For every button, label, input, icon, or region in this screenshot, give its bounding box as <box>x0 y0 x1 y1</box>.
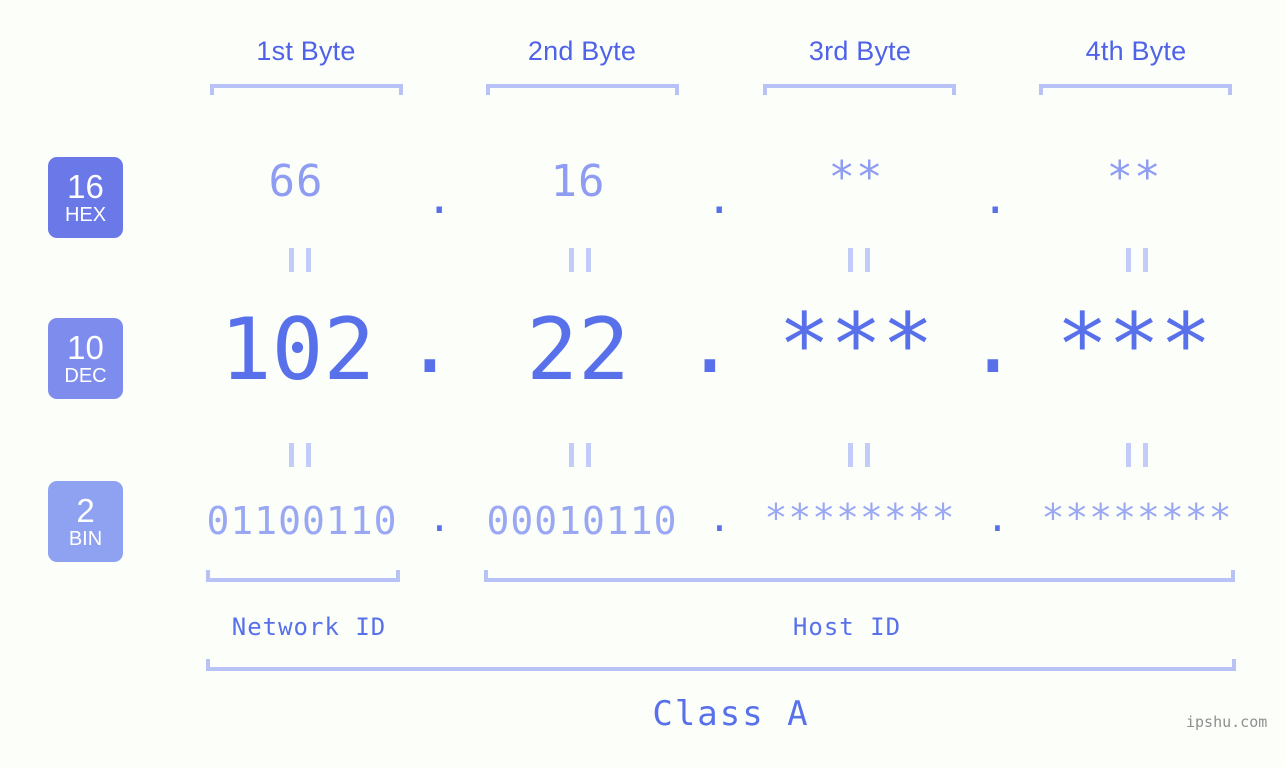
bin-separator-3: . <box>986 496 1009 540</box>
ip-address-breakdown-diagram: 1st Byte 2nd Byte 3rd Byte 4th Byte 16 H… <box>0 0 1285 767</box>
equals-icon-dec-bin-1 <box>289 443 311 467</box>
bin-byte-value-4: ******** <box>1041 496 1233 540</box>
hex-byte-value-4: ** <box>1106 152 1162 203</box>
bin-separator-2: . <box>708 496 731 540</box>
base-badge-bin: 2 BIN <box>48 481 123 562</box>
equals-icon-hex-dec-4 <box>1126 248 1148 272</box>
network-id-label: Network ID <box>231 613 387 641</box>
equals-icon-hex-dec-2 <box>569 248 591 272</box>
dec-byte-value-4: *** <box>1056 295 1212 395</box>
base-badge-hex: 16 HEX <box>48 157 123 238</box>
hex-byte-value-1: 66 <box>268 156 324 207</box>
dec-separator-1: . <box>404 293 456 393</box>
dec-separator-3: . <box>967 293 1019 393</box>
watermark: ipshu.com <box>1186 713 1268 731</box>
byte-header-label-4: 4th Byte <box>1085 36 1187 66</box>
bin-byte-value-1: 01100110 <box>206 499 398 543</box>
dec-byte-value-3: *** <box>778 295 934 395</box>
equals-icon-hex-dec-1 <box>289 248 311 272</box>
hex-byte-value-2: 16 <box>550 156 606 207</box>
bin-separator-1: . <box>428 496 451 540</box>
base-badge-dec-number: 10 <box>67 329 104 366</box>
hex-separator-2: . <box>706 173 733 224</box>
byte-header-label-1: 1st Byte <box>256 36 356 66</box>
host-id-label: Host ID <box>792 613 902 641</box>
byte-header-label-2: 2nd Byte <box>527 36 637 66</box>
byte-header-label-3: 3rd Byte <box>808 36 912 66</box>
host-id-bracket <box>484 570 1235 582</box>
network-id-bracket <box>206 570 400 582</box>
equals-icon-dec-bin-3 <box>848 443 870 467</box>
equals-icon-hex-dec-3 <box>848 248 870 272</box>
hex-separator-3: . <box>982 173 1009 224</box>
byte-bracket-top-2 <box>486 84 679 95</box>
class-bracket <box>206 659 1236 671</box>
base-badge-bin-name: BIN <box>68 528 103 550</box>
byte-bracket-top-3 <box>763 84 956 95</box>
dec-byte-value-2: 22 <box>526 300 630 400</box>
equals-icon-dec-bin-2 <box>569 443 591 467</box>
base-badge-dec-name: DEC <box>64 365 107 387</box>
hex-separator-1: . <box>426 173 453 224</box>
byte-bracket-top-4 <box>1039 84 1232 95</box>
dec-separator-2: . <box>684 293 736 393</box>
bin-byte-value-3: ******** <box>764 496 956 540</box>
base-badge-dec: 10 DEC <box>48 318 123 399</box>
base-badge-hex-number: 16 <box>67 168 104 205</box>
base-badge-hex-name: HEX <box>64 204 107 226</box>
equals-icon-dec-bin-4 <box>1126 443 1148 467</box>
base-badge-bin-number: 2 <box>76 492 95 529</box>
dec-byte-value-1: 102 <box>219 300 376 400</box>
byte-bracket-top-1 <box>210 84 403 95</box>
class-label: Class A <box>652 694 810 734</box>
bin-byte-value-2: 00010110 <box>486 499 678 543</box>
hex-byte-value-3: ** <box>828 152 884 203</box>
